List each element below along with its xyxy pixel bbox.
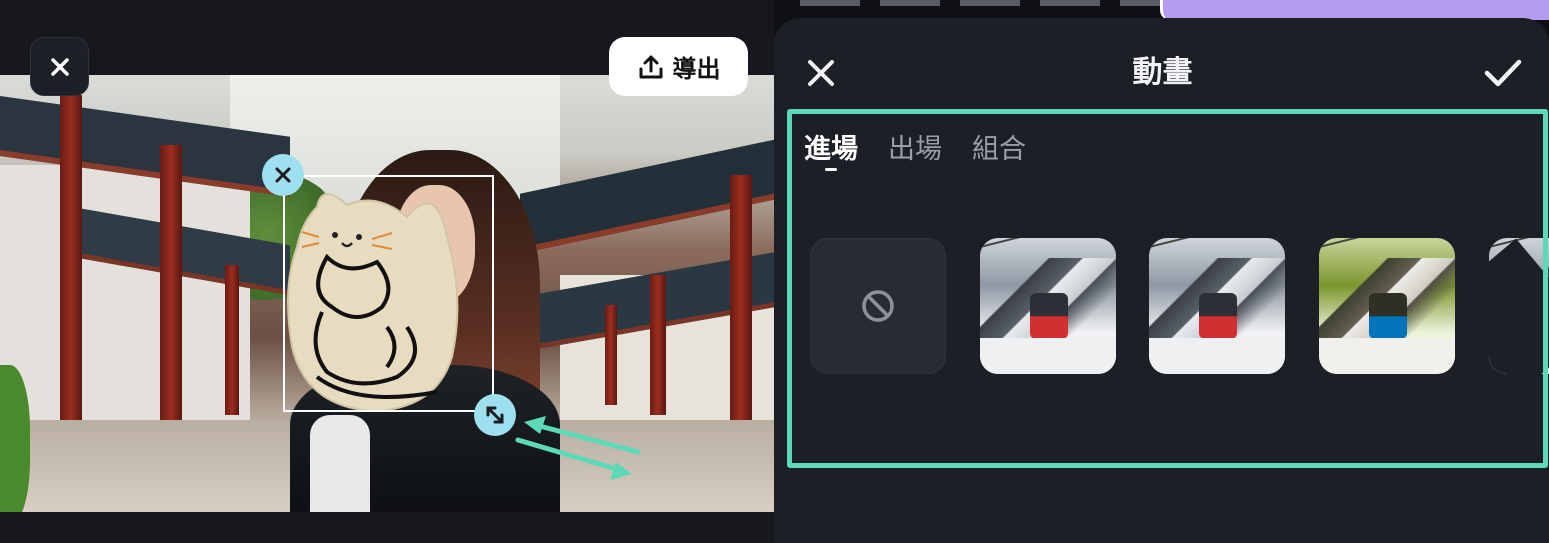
editor-area: 導出 [0, 0, 774, 543]
upload-icon [639, 55, 662, 78]
export-button[interactable]: 導出 [609, 37, 748, 96]
panel-title: 動畫 [1132, 55, 1193, 90]
close-icon [275, 167, 291, 183]
close-icon [808, 60, 834, 86]
app-root: 導出 動畫 進場 出場 組合 [0, 0, 1549, 543]
close-icon [50, 57, 69, 76]
panel-close-button[interactable] [800, 52, 842, 94]
export-label: 導出 [672, 55, 721, 83]
timeline-clip[interactable] [1160, 0, 1549, 20]
confirm-button[interactable] [1480, 50, 1526, 96]
checkmark-icon [1484, 59, 1522, 87]
close-button[interactable] [30, 37, 89, 96]
preset-highlight-box [787, 109, 1548, 468]
sticker-delete-handle[interactable] [262, 154, 304, 196]
sticker-selection-frame[interactable] [283, 175, 494, 412]
drag-hint-arrows [515, 416, 641, 480]
resize-diagonal-icon [486, 406, 504, 424]
